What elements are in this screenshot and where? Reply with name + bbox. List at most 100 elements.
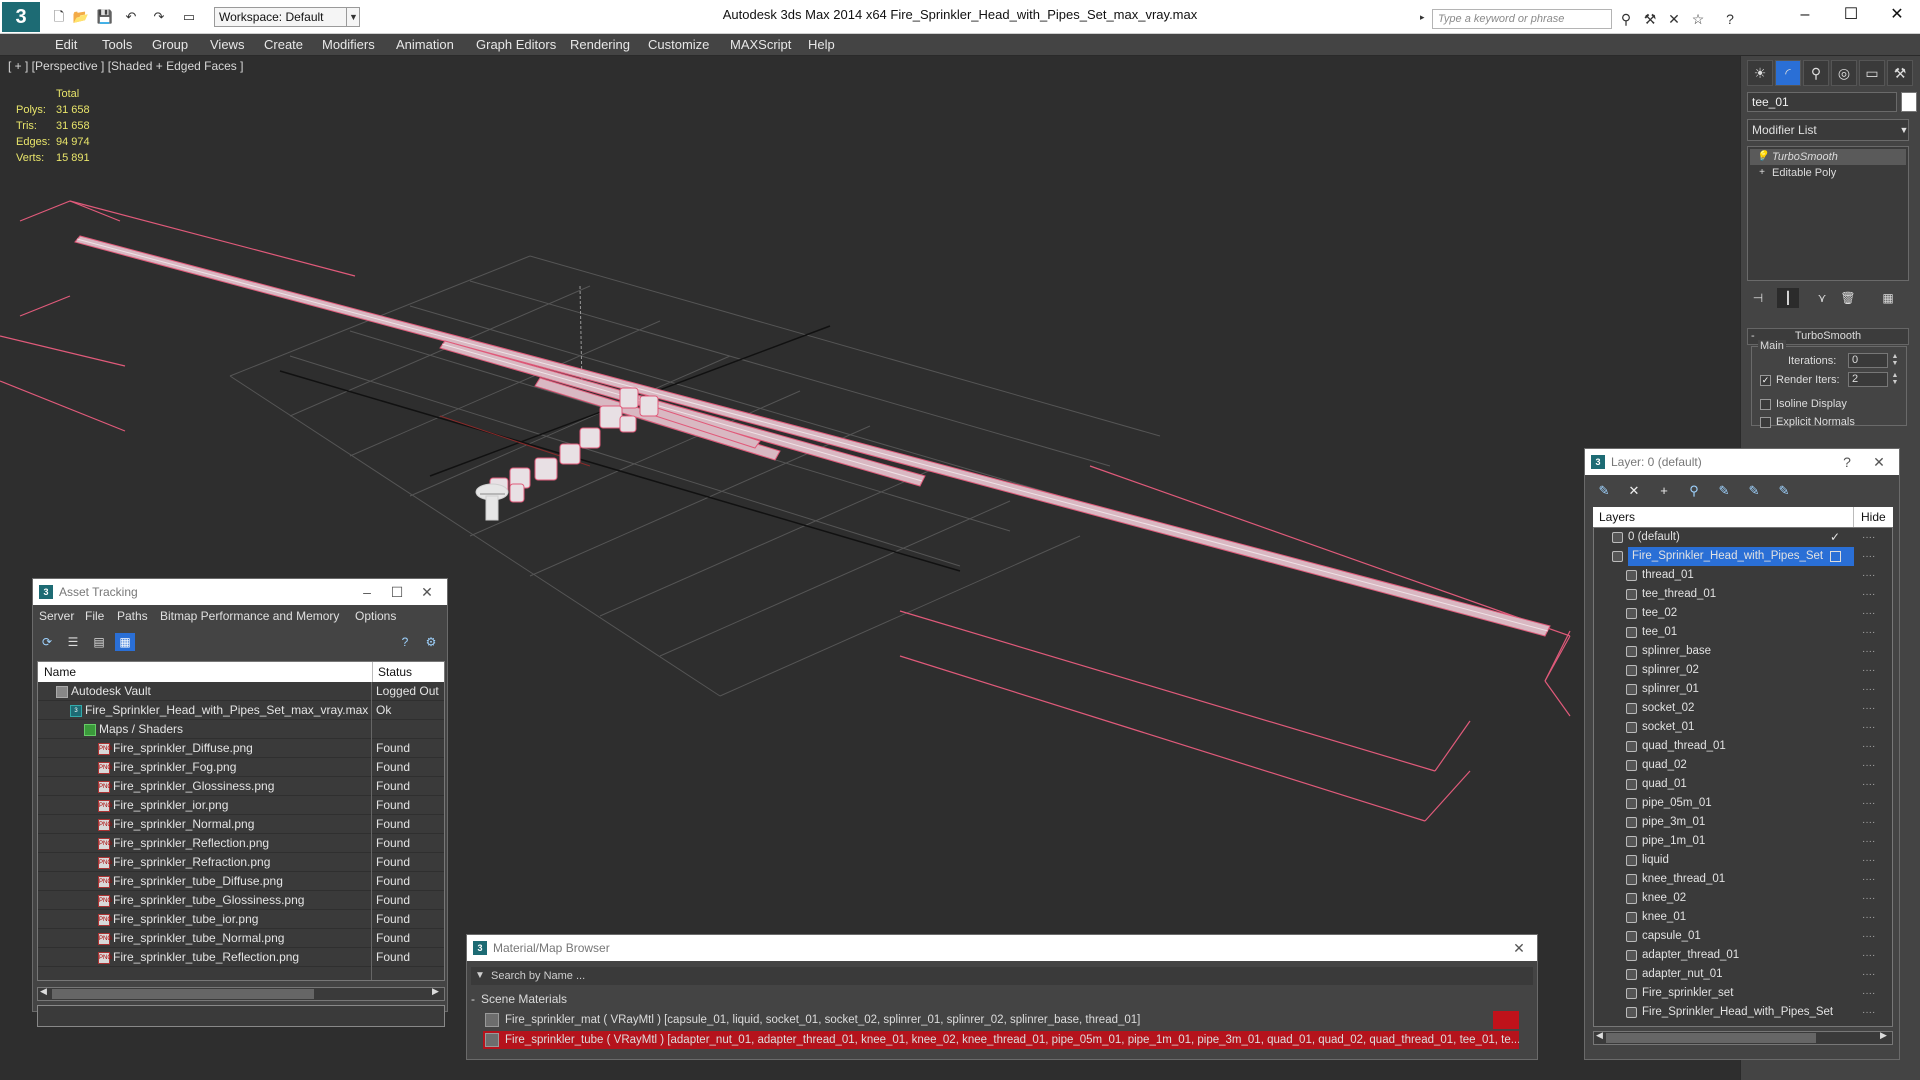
layer-object-row[interactable]: Fire_sprinkler_set ····	[1594, 984, 1892, 1003]
modifier-stack[interactable]: 💡 TurboSmooth + Editable Poly	[1747, 146, 1909, 281]
display-tab-icon[interactable]: ▭	[1859, 60, 1885, 86]
hide-toggle[interactable]: ····	[1862, 908, 1875, 927]
menu-maxscript[interactable]: MAXScript	[730, 34, 791, 56]
layer-object-row[interactable]: quad_02 ····	[1594, 756, 1892, 775]
layer-list[interactable]: 0 (default) ···· ✓ Fire_Sprinkler_Head_with…	[1593, 527, 1893, 1027]
layer-object-row[interactable]: knee_02 ····	[1594, 889, 1892, 908]
hide-toggle[interactable]: ····	[1862, 927, 1875, 946]
menu-help[interactable]: Help	[808, 34, 835, 56]
workspace-dropdown[interactable]: Workspace: Default	[214, 7, 360, 27]
layer-object-row[interactable]: splinrer_base ····	[1594, 642, 1892, 661]
hide-toggle[interactable]: ····	[1862, 718, 1875, 737]
hide-toggle[interactable]: ····	[1862, 813, 1875, 832]
binoculars-icon[interactable]: ⚲	[1616, 9, 1636, 29]
settings-icon[interactable]: ⚙	[421, 633, 441, 651]
menu-views[interactable]: Views	[210, 34, 244, 56]
spinner-arrows-icon[interactable]: ▲ ▼	[1890, 372, 1900, 387]
hide-toggle[interactable]: ····	[1862, 851, 1875, 870]
hide-toggle[interactable]: ····	[1862, 585, 1875, 604]
set-current-layer-icon[interactable]	[1830, 551, 1841, 562]
remove-modifier-icon[interactable]: 🗑	[1837, 288, 1859, 308]
asset-row[interactable]: PNGFire_sprinkler_Reflection.png Found	[38, 834, 444, 853]
hide-all-icon[interactable]: ✎	[1743, 481, 1765, 501]
expand-plus-icon[interactable]: +	[1756, 165, 1768, 181]
scroll-right-icon[interactable]: ▶	[1880, 1030, 1887, 1041]
layer-row[interactable]: Fire_Sprinkler_Head_with_Pipes_Set ····	[1594, 547, 1892, 566]
material-row-selected[interactable]: Fire_sprinkler_tube ( VRayMtl ) [adapter…	[483, 1031, 1519, 1049]
col-layers[interactable]: Layers	[1599, 507, 1635, 527]
asset-row[interactable]: PNGFire_sprinkler_Diffuse.png Found	[38, 739, 444, 758]
lightbulb-icon[interactable]: 💡	[1756, 149, 1768, 165]
hierarchy-tab-icon[interactable]: ⚲	[1803, 60, 1829, 86]
isoline-checkbox[interactable]	[1760, 399, 1771, 410]
asset-row[interactable]: PNGFire_sprinkler_tube_Normal.png Found	[38, 929, 444, 948]
save-icon[interactable]: 💾	[96, 8, 114, 26]
layer-object-row[interactable]: knee_thread_01 ····	[1594, 870, 1892, 889]
list-view-icon[interactable]: ☰	[63, 633, 83, 651]
render-iters-spinner[interactable]: 2	[1848, 372, 1888, 387]
project-folder-icon[interactable]: ▭	[180, 8, 198, 26]
horizontal-scrollbar[interactable]: ◀ ▶	[37, 986, 445, 1001]
object-color-swatch[interactable]	[1901, 92, 1917, 112]
configure-modifier-sets-icon[interactable]: ▦	[1877, 288, 1899, 308]
subscription-icon[interactable]: ⚒	[1640, 9, 1660, 29]
menu-modifiers[interactable]: Modifiers	[322, 34, 375, 56]
make-unique-icon[interactable]: ⋎	[1811, 288, 1833, 308]
undo-icon[interactable]: ↶	[122, 8, 140, 26]
asset-row[interactable]: PNGFire_sprinkler_tube_Reflection.png Fou…	[38, 948, 444, 967]
motion-tab-icon[interactable]: ◎	[1831, 60, 1857, 86]
delete-layer-icon[interactable]: ✕	[1623, 481, 1645, 501]
create-tab-sun-icon[interactable]: ☀	[1747, 60, 1773, 86]
hide-toggle[interactable]: ····	[1862, 566, 1875, 585]
communication-icon[interactable]: ✕	[1664, 9, 1684, 29]
stack-item-editable-poly[interactable]: + Editable Poly	[1750, 165, 1906, 181]
menu-create[interactable]: Create	[264, 34, 303, 56]
hide-toggle[interactable]: ····	[1862, 680, 1875, 699]
scroll-left-icon[interactable]: ◀	[1596, 1030, 1603, 1041]
material-browser-title-bar[interactable]: 3 Material/Map Browser ✕	[467, 935, 1537, 961]
layer-object-row[interactable]: knee_01 ····	[1594, 908, 1892, 927]
pin-stack-icon[interactable]: ⊣	[1747, 288, 1769, 308]
create-layer-icon[interactable]: ✎	[1593, 481, 1615, 501]
menu-customize[interactable]: Customize	[648, 34, 709, 56]
utilities-tab-hammer-icon[interactable]: ⚒	[1887, 60, 1913, 86]
asset-menu-file[interactable]: File	[85, 605, 104, 627]
asset-row[interactable]: PNGFire_sprinkler_ior.png Found	[38, 796, 444, 815]
hide-toggle[interactable]: ····	[1862, 661, 1875, 680]
redo-icon[interactable]: ↷	[150, 8, 168, 26]
menu-edit[interactable]: Edit	[55, 34, 77, 56]
chevron-down-icon[interactable]: ▼	[346, 7, 360, 27]
new-file-icon[interactable]: 🗋	[50, 8, 68, 26]
highlight-layer-icon[interactable]: ✎	[1713, 481, 1735, 501]
explicit-normals-checkbox[interactable]	[1760, 417, 1771, 428]
layer-object-row[interactable]: tee_02 ····	[1594, 604, 1892, 623]
scroll-right-icon[interactable]: ▶	[432, 986, 439, 997]
asset-row[interactable]: Maps / Shaders	[38, 720, 444, 739]
layer-object-row[interactable]: quad_01 ····	[1594, 775, 1892, 794]
asset-tracking-title-bar[interactable]: 3 Asset Tracking – ☐ ✕	[33, 579, 447, 605]
viewport-label[interactable]: [ + ] [Perspective ] [Shaded + Edged Fac…	[8, 59, 243, 73]
add-to-layer-icon[interactable]: +	[1653, 481, 1675, 501]
layer-object-row[interactable]: Fire_Sprinkler_Head_with_Pipes_Set ····	[1594, 1003, 1892, 1022]
close-button[interactable]: ✕	[1874, 0, 1920, 30]
menu-animation[interactable]: Animation	[396, 34, 454, 56]
iterations-spinner[interactable]: 0	[1848, 353, 1888, 368]
hide-toggle[interactable]: ····	[1862, 832, 1875, 851]
layer-object-row[interactable]: pipe_3m_01 ····	[1594, 813, 1892, 832]
layer-object-row[interactable]: tee_01 ····	[1594, 623, 1892, 642]
hide-toggle[interactable]: ····	[1862, 775, 1875, 794]
col-name[interactable]: Name	[44, 665, 76, 679]
layer-object-row[interactable]: socket_02 ····	[1594, 699, 1892, 718]
hide-toggle[interactable]: ····	[1862, 889, 1875, 908]
active-layer-check-icon[interactable]: ✓	[1830, 528, 1840, 547]
asset-table[interactable]: Name Status Autodesk Vault Logged Out 3 Fir…	[37, 661, 445, 981]
hide-toggle[interactable]: ····	[1862, 547, 1875, 566]
search-input[interactable]: Type a keyword or phrase	[1432, 9, 1612, 29]
material-search-input[interactable]: ▼ Search by Name ...	[471, 967, 1533, 985]
refresh-icon[interactable]: ⟳	[37, 633, 57, 651]
layer-object-row[interactable]: splinrer_02 ····	[1594, 661, 1892, 680]
favorites-star-icon[interactable]: ☆	[1688, 9, 1708, 29]
freeze-all-icon[interactable]: ✎	[1773, 481, 1795, 501]
layer-object-row[interactable]: splinrer_01 ····	[1594, 680, 1892, 699]
asset-row[interactable]: PNGFire_sprinkler_tube_Diffuse.png Found	[38, 872, 444, 891]
